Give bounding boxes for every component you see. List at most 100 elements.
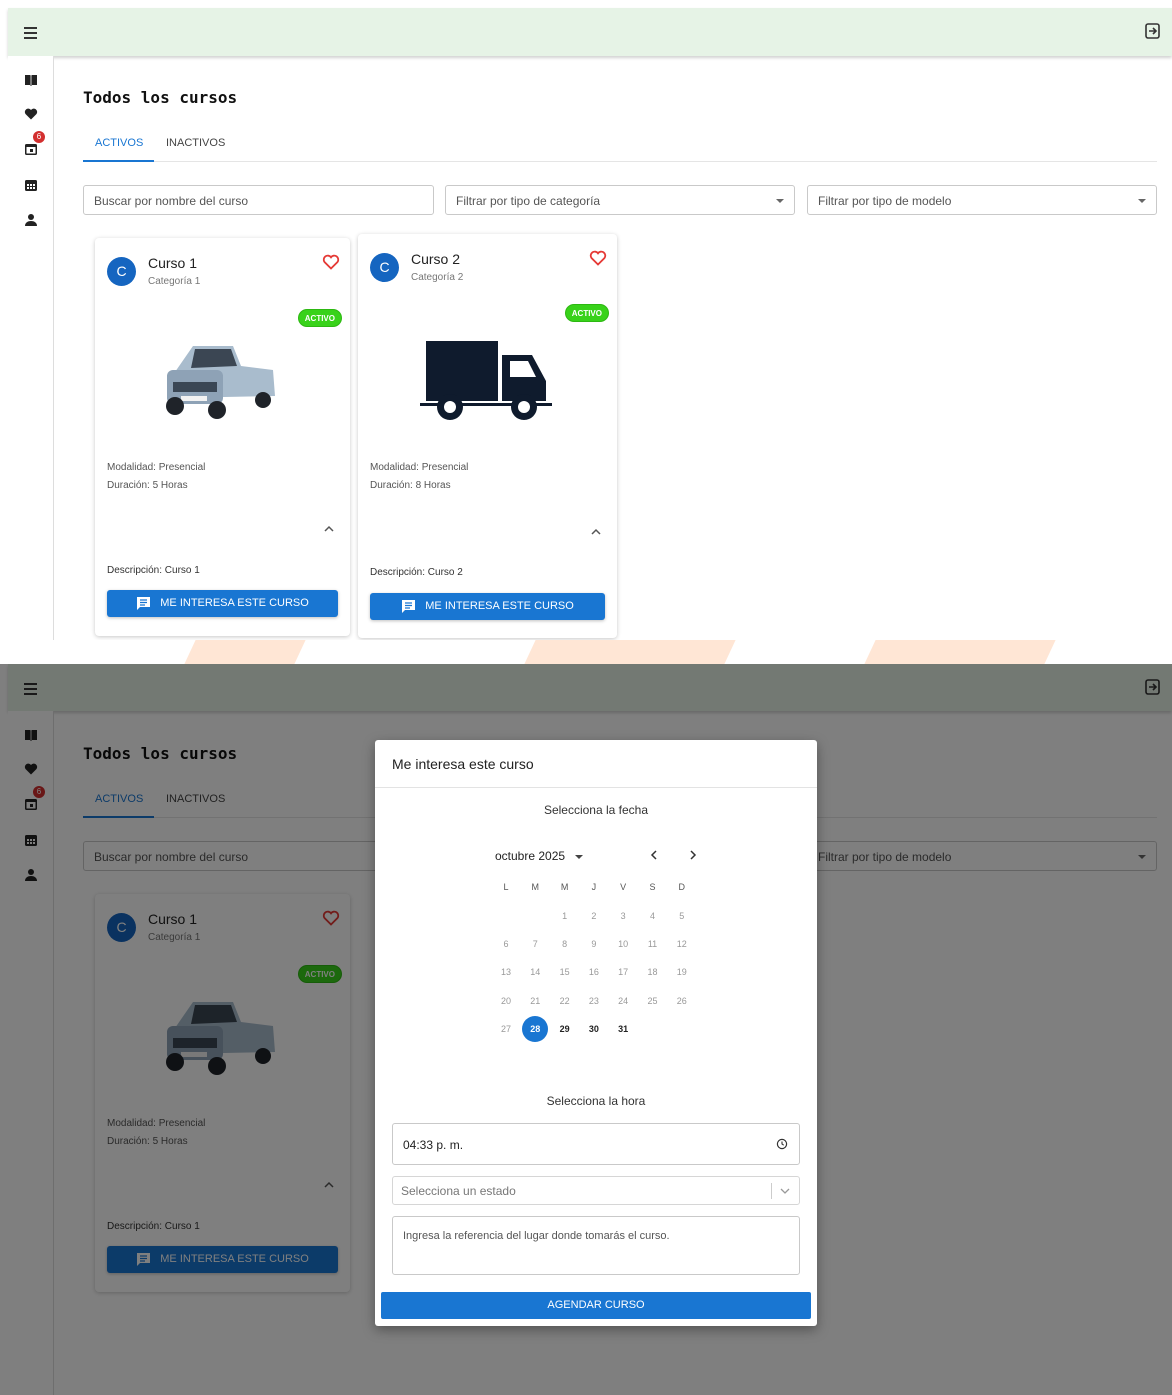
weekday-header: J: [591, 882, 597, 892]
chevron-up-icon[interactable]: [322, 522, 336, 536]
course-card: C Curso 2 Categoría 2 ACTIVO Modalidad: …: [358, 234, 617, 638]
category-filter-placeholder: Filtrar por tipo de categoría: [456, 194, 601, 208]
course-title: Curso 2: [411, 251, 461, 267]
weekday-header: L: [503, 882, 509, 892]
modal-title: Me interesa este curso: [392, 756, 534, 772]
category-filter-select[interactable]: Filtrar por tipo de categoría: [445, 185, 795, 215]
interest-button[interactable]: ME INTERESA ESTE CURSO: [107, 590, 338, 617]
calendar-day[interactable]: 20: [493, 988, 519, 1014]
calendar-day[interactable]: 21: [522, 988, 548, 1014]
weekday-header: M: [531, 882, 540, 892]
time-input[interactable]: 04:33 p. m.: [392, 1123, 800, 1165]
date-section-label: Selecciona la fecha: [543, 803, 649, 817]
notification-badge: 6: [33, 131, 45, 143]
hamburger-menu-icon[interactable]: [22, 22, 42, 42]
schedule-course-button[interactable]: AGENDAR CURSO: [381, 1292, 811, 1319]
calendar-check-icon[interactable]: [24, 142, 38, 156]
calendar-day[interactable]: 4: [640, 903, 666, 929]
dropdown-arrow-icon: [575, 854, 584, 859]
calendar-day[interactable]: 22: [552, 988, 578, 1014]
avatar: C: [370, 253, 399, 282]
page-title: Todos los cursos: [83, 88, 238, 107]
tab-activos[interactable]: ACTIVOS: [95, 137, 143, 149]
calendar-day[interactable]: 30: [581, 1016, 607, 1042]
course-list-screen: 6 Todos los cursos ACTIVOS INACTIVOS Bus…: [0, 0, 1172, 640]
calendar-day[interactable]: 16: [581, 959, 607, 985]
modal-divider: [375, 787, 817, 788]
schedule-modal-screen: 6 Todos los cursos ACTIVOS INACTIVOS Bus…: [0, 664, 1172, 1395]
logout-icon[interactable]: [1144, 22, 1162, 40]
model-filter-select[interactable]: Filtrar por tipo de modelo: [807, 185, 1157, 215]
time-value: 04:33 p. m.: [403, 1138, 464, 1152]
course-description: Descripción: Curso 1: [107, 565, 200, 576]
heart-icon[interactable]: [24, 107, 38, 121]
course-category: Categoría 2: [411, 272, 464, 283]
calendar-day[interactable]: 2: [581, 903, 607, 929]
calendar-day[interactable]: 10: [610, 931, 636, 957]
course-description: Descripción: Curso 2: [370, 567, 463, 578]
chevron-up-icon[interactable]: [589, 525, 603, 539]
calendar-day[interactable]: 24: [610, 988, 636, 1014]
favorite-heart-icon[interactable]: [589, 249, 607, 267]
calendar-day[interactable]: 13: [493, 959, 519, 985]
calendar-day[interactable]: 3: [610, 903, 636, 929]
calendar-day[interactable]: 15: [552, 959, 578, 985]
select-separator: [771, 1183, 772, 1199]
chat-icon: [137, 597, 151, 610]
status-badge: ACTIVO: [297, 309, 342, 327]
calendar-day[interactable]: 31: [610, 1016, 636, 1042]
tab-inactivos[interactable]: INACTIVOS: [166, 137, 225, 149]
course-duration: Duración: 8 Horas: [370, 480, 451, 491]
box-truck-icon: [420, 341, 552, 420]
chevron-down-icon[interactable]: [779, 1185, 791, 1197]
person-icon[interactable]: [24, 213, 38, 227]
calendar-day[interactable]: 23: [581, 988, 607, 1014]
course-modality: Modalidad: Presencial: [107, 462, 206, 473]
decorative-stripes: [0, 640, 1172, 664]
calendar-day[interactable]: 9: [581, 931, 607, 957]
calendar-day[interactable]: 25: [640, 988, 666, 1014]
calendar-day[interactable]: 27: [493, 1016, 519, 1042]
book-icon[interactable]: [24, 73, 38, 87]
month-year-selector[interactable]: octubre 2025: [495, 849, 584, 863]
interest-button[interactable]: ME INTERESA ESTE CURSO: [370, 593, 605, 620]
interest-modal: Me interesa este curso Selecciona la fec…: [375, 740, 817, 1326]
avatar: C: [107, 257, 136, 286]
calendar-day[interactable]: 26: [669, 988, 695, 1014]
calendar-icon[interactable]: [24, 178, 38, 192]
calendar-day[interactable]: 28: [522, 1015, 549, 1042]
state-select[interactable]: Selecciona un estado: [392, 1176, 800, 1205]
next-month-icon[interactable]: [686, 848, 700, 862]
favorite-heart-icon[interactable]: [322, 253, 340, 271]
state-select-placeholder: Selecciona un estado: [401, 1184, 516, 1198]
previous-month-icon[interactable]: [647, 848, 661, 862]
calendar-day[interactable]: 19: [669, 959, 695, 985]
interest-button-label: ME INTERESA ESTE CURSO: [160, 597, 309, 609]
course-category: Categoría 1: [148, 276, 201, 287]
calendar-day[interactable]: 11: [640, 931, 666, 957]
pickup-truck-image: [166, 346, 275, 419]
clock-icon[interactable]: [776, 1138, 788, 1150]
course-duration: Duración: 5 Horas: [107, 480, 188, 491]
course-card: C Curso 1 Categoría 1 ACTIVO Modalidad: …: [95, 238, 350, 636]
dropdown-arrow-icon: [776, 199, 784, 203]
weekday-header: V: [620, 882, 627, 892]
calendar-day[interactable]: 6: [493, 931, 519, 957]
course-modality: Modalidad: Presencial: [370, 462, 469, 473]
calendar-day[interactable]: 17: [610, 959, 636, 985]
dropdown-arrow-icon: [1138, 199, 1146, 203]
search-input[interactable]: Buscar por nombre del curso: [83, 185, 434, 215]
calendar-day[interactable]: 8: [552, 931, 578, 957]
place-reference-textarea[interactable]: Ingresa la referencia del lugar donde to…: [392, 1216, 800, 1275]
weekday-header: D: [678, 882, 686, 892]
calendar-day[interactable]: 18: [640, 959, 666, 985]
calendar-day[interactable]: 12: [669, 931, 695, 957]
course-title: Curso 1: [148, 255, 198, 271]
calendar-day[interactable]: 7: [522, 931, 548, 957]
side-navigation: 6: [8, 56, 54, 640]
calendar-day[interactable]: 29: [552, 1016, 578, 1042]
calendar-day[interactable]: 5: [669, 903, 695, 929]
weekday-header: S: [649, 882, 656, 892]
calendar-day[interactable]: 1: [552, 903, 578, 929]
calendar-day[interactable]: 14: [522, 959, 548, 985]
